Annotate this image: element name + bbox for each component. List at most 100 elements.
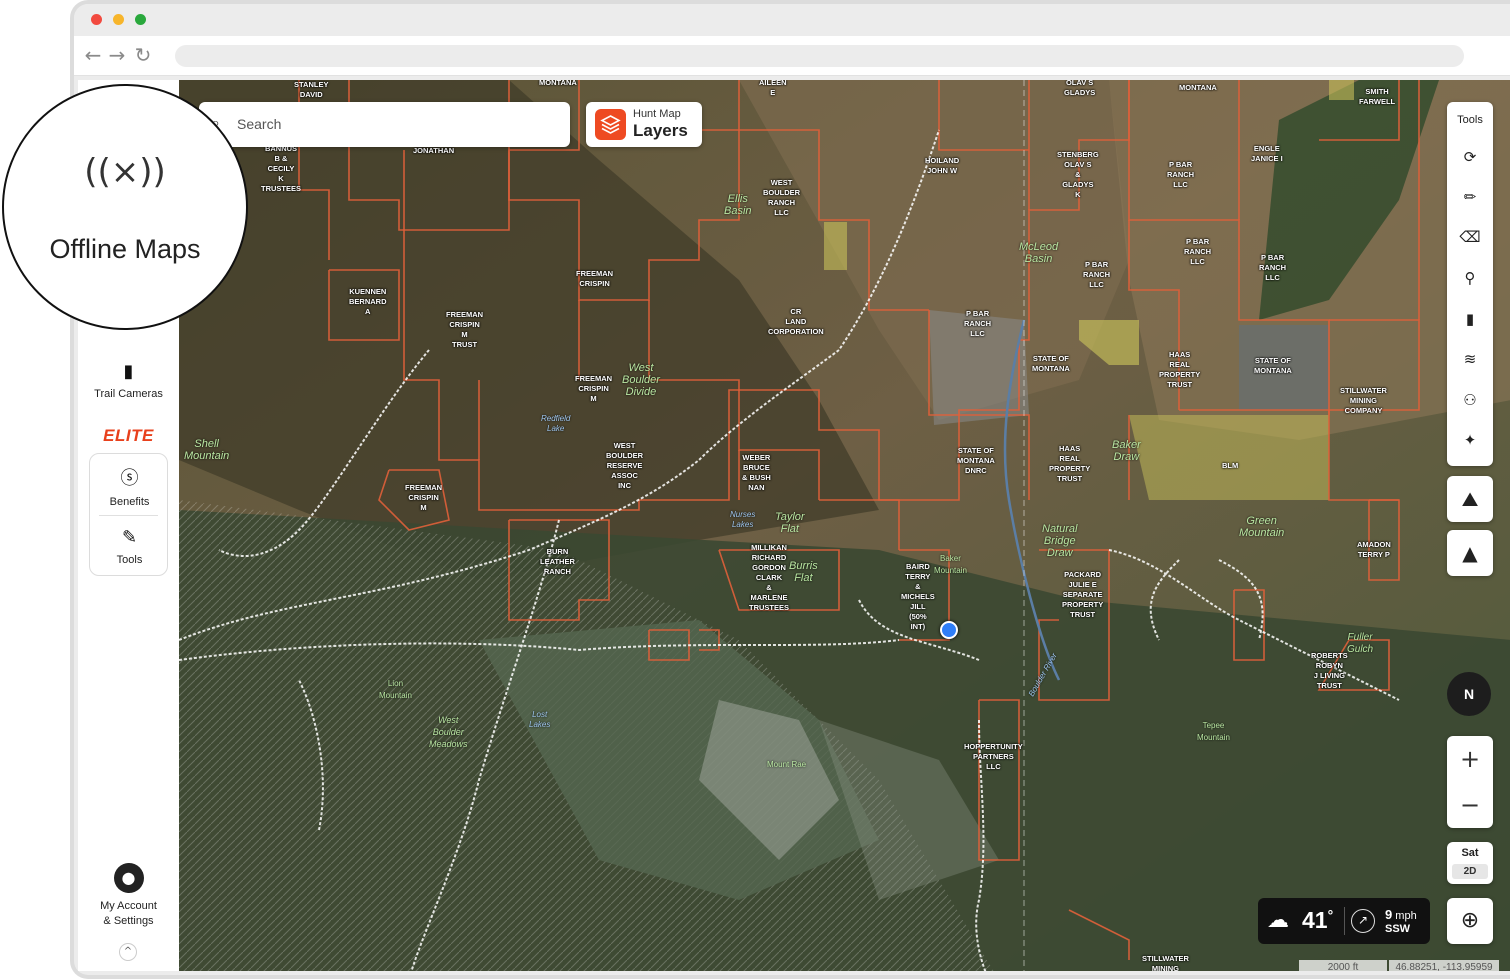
layers-subtitle: Hunt Map	[633, 108, 681, 120]
place-label: Natural Bridge Draw	[1042, 523, 1078, 559]
owner-label: AMADON TERRY P	[1357, 540, 1391, 559]
owner-label: WEBER BRUCE & BUSH NAN	[742, 453, 771, 492]
search-input[interactable]: ⌕ Search	[199, 102, 570, 147]
owner-label: HAAS REAL PROPERTY TRUST	[1159, 350, 1201, 389]
owner-label: P BAR RANCH LLC	[1259, 253, 1287, 282]
water-label: Redfield Lake	[541, 414, 571, 433]
layers-button[interactable]: Hunt Map Layers	[586, 102, 702, 147]
sidebar-item-account[interactable]: ● My Account & Settings	[78, 863, 179, 929]
dollar-icon: ⓢ	[120, 468, 139, 489]
owner-label: HOPPERTUNITY PARTNERS LLC	[964, 742, 1023, 771]
offline-map-area-icon[interactable]: ⛰	[1447, 476, 1493, 522]
view-mode-2d[interactable]: 2D	[1452, 864, 1488, 879]
owner-label: BURN LEATHER RANCH	[540, 547, 575, 576]
basemap-toggle[interactable]: Sat 2D	[1447, 842, 1493, 884]
owner-label: P BAR RANCH LLC	[1184, 237, 1212, 266]
owner-label: P BAR RANCH LLC	[1083, 260, 1111, 289]
owner-label: OLAV S GLADYS	[1064, 80, 1096, 97]
owner-label: KUENNEN BERNARD A	[349, 287, 387, 316]
sidebar-item-tools[interactable]: ✎ Tools	[79, 527, 180, 566]
owner-label: BAIRD TERRY & MICHELS JILL (50% INT)	[901, 562, 935, 631]
place-label: Tepee Mountain	[1197, 721, 1230, 742]
place-label: West Boulder Meadows	[429, 715, 468, 749]
offline-signal-icon: ((×))	[84, 152, 166, 192]
locate-me-icon[interactable]: ⊕	[1447, 898, 1493, 944]
owner-label: HAAS REAL PROPERTY TRUST	[1049, 444, 1091, 483]
minimize-window-button[interactable]	[113, 14, 124, 25]
satellite-terrain	[179, 80, 1510, 971]
tools-icon: ✎	[121, 527, 138, 548]
place-label: Lion Mountain	[379, 679, 412, 700]
zoom-controls: + −	[1447, 736, 1493, 828]
maximize-window-button[interactable]	[135, 14, 146, 25]
basemap-label: Sat	[1461, 847, 1479, 859]
tools-title: Tools	[1457, 114, 1483, 126]
owner-label: STENBERG OLAV S & GLADYS K	[1057, 150, 1099, 199]
terrain-3d-icon[interactable]: ▲	[1447, 530, 1493, 576]
browser-frame: ← → ↻ ▮ Trail Cameras ELITE ⓢ Benefits ✎…	[74, 4, 1510, 975]
satellite-icon[interactable]: ✦	[1455, 425, 1485, 455]
title-bar	[74, 4, 1510, 36]
owner-label: STILLWATER MINING	[1142, 954, 1189, 971]
reload-icon[interactable]: ↻	[132, 44, 154, 66]
owner-label: SMITH FARWELL	[1359, 87, 1396, 106]
place-label: Baker Draw	[1112, 439, 1141, 463]
divider	[1344, 907, 1345, 935]
owner-label: MONTANA	[1179, 83, 1217, 92]
eraser-icon[interactable]: ⌫	[1455, 222, 1485, 252]
elite-panel: ⓢ Benefits ✎ Tools	[89, 453, 168, 576]
place-label: West Boulder Divide	[622, 362, 660, 398]
owner-label: FREEMAN CRISPIN	[576, 269, 614, 288]
place-label: McLeod Basin	[1019, 241, 1059, 265]
map-canvas[interactable]: STANLEY DAVID MONTANA AILEEN E OLAV S GL…	[179, 80, 1510, 971]
scale-bar: 2000 ft	[1299, 960, 1387, 971]
place-label: Green Mountain	[1239, 515, 1285, 539]
owner-label: STILLWATER MINING COMPANY	[1340, 386, 1387, 415]
avatar: ●	[113, 863, 144, 893]
zoom-out-button[interactable]: −	[1447, 782, 1493, 828]
place-label: Baker Mountain	[934, 554, 967, 575]
close-window-button[interactable]	[91, 14, 102, 25]
map-pin-icon[interactable]: ⚲	[1455, 263, 1485, 293]
offline-maps-callout[interactable]: ((×)) Offline Maps	[2, 84, 248, 330]
browser-toolbar: ← → ↻	[74, 36, 1510, 76]
tools-panel: Tools ⟳ ✏ ⌫ ⚲ ▮ ≋ ⚇ ✦	[1447, 102, 1493, 466]
divider	[99, 515, 158, 516]
people-icon[interactable]: ⚇	[1455, 385, 1485, 415]
wind-icon[interactable]: ≋	[1455, 344, 1485, 374]
water-label: Lost Lakes	[529, 710, 551, 729]
wind-speed: 9 mph	[1385, 907, 1417, 922]
owner-label: ROBERTS ROBYN J LIVING TRUST	[1311, 651, 1348, 690]
address-bar[interactable]	[175, 45, 1464, 67]
owner-label: FREEMAN CRISPIN M TRUST	[446, 310, 484, 349]
sidebar-item-label: Tools	[116, 554, 143, 566]
search-placeholder: Search	[237, 116, 282, 132]
route-icon[interactable]: ⟳	[1455, 142, 1485, 172]
temperature: 41°	[1302, 907, 1334, 933]
account-label-line1: My Account	[100, 900, 157, 912]
compass-button[interactable]: N	[1447, 672, 1491, 716]
browser-window: ← → ↻ ▮ Trail Cameras ELITE ⓢ Benefits ✎…	[70, 0, 1510, 979]
place-label: Mount Rae	[767, 760, 807, 769]
pencil-icon[interactable]: ✏	[1455, 182, 1485, 212]
owner-label: STATE OF MONTANA	[1254, 356, 1292, 375]
owner-label: PACKARD JULIE E SEPARATE PROPERTY TRUST	[1062, 570, 1104, 619]
zoom-in-button[interactable]: +	[1447, 736, 1493, 782]
place-label: Fuller Gulch	[1347, 632, 1374, 655]
collapse-chevron-icon[interactable]: ^	[119, 943, 137, 961]
owner-label: AILEEN E	[759, 80, 787, 97]
sidebar-item-benefits[interactable]: ⓢ Benefits	[79, 464, 180, 508]
back-arrow-icon[interactable]: ←	[82, 44, 104, 66]
weather-widget[interactable]: ☁ 41° ↗ 9 mph SSW	[1258, 898, 1430, 944]
place-label: Shell Mountain	[184, 438, 230, 462]
forward-arrow-icon[interactable]: →	[106, 44, 128, 66]
sidebar-item-trail-cameras[interactable]: ▮ Trail Cameras	[78, 361, 179, 400]
owner-label: HOILAND JOHN W	[925, 156, 960, 175]
elite-badge: ELITE	[103, 426, 154, 445]
rain-cloud-icon: ☁	[1267, 908, 1289, 933]
sidebar-item-label: Trail Cameras	[94, 388, 163, 400]
water-label: Nurses Lakes	[730, 510, 756, 529]
account-label-line2: & Settings	[103, 915, 154, 927]
place-label: Burris Flat	[789, 560, 818, 584]
trail-camera-icon[interactable]: ▮	[1455, 304, 1485, 334]
